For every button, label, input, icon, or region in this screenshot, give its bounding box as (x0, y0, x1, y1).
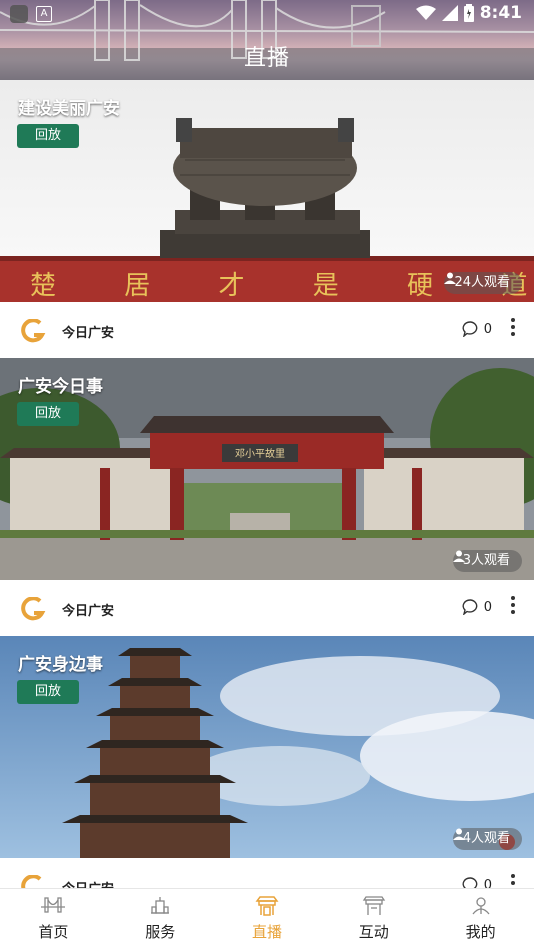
bottom-tab-bar: 首页 服务 直播 互动 我的 (0, 888, 534, 951)
gate-plaque: 邓小平故里 (235, 447, 285, 460)
tab-label: 服务 (145, 923, 176, 941)
wifi-icon (415, 5, 436, 20)
tab-interact[interactable]: 互动 (320, 889, 427, 951)
more-options-icon[interactable] (510, 596, 516, 618)
card-title: 建设美丽广安 (18, 99, 120, 119)
building-icon (151, 897, 170, 914)
viewer-count: 24人观看 (444, 272, 522, 294)
person-icon (452, 828, 465, 840)
person-icon (444, 272, 457, 284)
tab-services[interactable]: 服务 (107, 889, 214, 951)
replay-badge: 回放 (17, 680, 79, 704)
tab-home[interactable]: 首页 (0, 889, 107, 951)
live-card[interactable]: 广安身边事 回放 4人观看 今日广安 0 (0, 636, 534, 914)
tab-label: 互动 (358, 923, 389, 941)
more-options-icon[interactable] (510, 318, 516, 340)
status-time: 8:41 (479, 3, 522, 23)
comment-button[interactable]: 0 (462, 599, 492, 615)
notification-icon (10, 5, 28, 23)
card-title: 广安今日事 (18, 377, 103, 397)
comment-icon (462, 321, 478, 337)
replay-badge: 回放 (17, 124, 79, 148)
viewer-count-text: 24人观看 (454, 275, 510, 290)
profile-icon (472, 897, 490, 915)
card-footer: 今日广安 0 (0, 302, 534, 358)
comment-button[interactable]: 0 (462, 321, 492, 337)
battery-icon (463, 4, 474, 22)
viewer-count: 3人观看 (452, 550, 522, 572)
comment-icon (462, 599, 478, 615)
replay-badge: 回放 (17, 402, 79, 426)
card-thumbnail[interactable]: 广安身边事 回放 4人观看 (0, 636, 534, 858)
source-name[interactable]: 今日广安 (62, 600, 114, 619)
tab-label: 直播 (251, 923, 282, 941)
card-footer: 今日广安 0 (0, 580, 534, 636)
live-gate-icon (255, 896, 279, 916)
gate-icon (362, 896, 385, 915)
viewer-count-text: 4人观看 (462, 831, 510, 846)
tab-label: 首页 (38, 923, 69, 941)
keyboard-indicator-icon: A (36, 6, 52, 22)
tab-label: 我的 (465, 923, 496, 941)
card-thumbnail[interactable]: 邓小平故里 广安今日事 回放 3人观看 (0, 358, 534, 580)
source-name[interactable]: 今日广安 (62, 322, 114, 341)
viewer-count: 4人观看 (452, 828, 522, 850)
person-icon (452, 550, 465, 562)
header: A 8:41 直播 (0, 0, 534, 80)
viewer-count-text: 3人观看 (462, 553, 510, 568)
tab-live[interactable]: 直播 (214, 889, 321, 951)
card-thumbnail[interactable]: 楚 居 才 是 硬 道 理 建设美丽广安 回放 24人观看 (0, 80, 534, 302)
live-card[interactable]: 楚 居 才 是 硬 道 理 建设美丽广安 回放 24人观看 今日广安 0 (0, 80, 534, 358)
live-card[interactable]: 邓小平故里 广安今日事 回放 3人观看 今日广安 0 (0, 358, 534, 636)
card-title: 广安身边事 (18, 655, 103, 675)
source-logo-icon (21, 597, 46, 621)
source-logo-icon (21, 319, 46, 343)
comment-count: 0 (483, 321, 492, 337)
page-title: 直播 (243, 46, 290, 71)
tab-mine[interactable]: 我的 (427, 889, 534, 951)
bridge-icon (41, 897, 66, 913)
status-bar: A 8:41 (0, 0, 534, 28)
comment-count: 0 (483, 599, 492, 615)
signal-icon (441, 5, 458, 21)
